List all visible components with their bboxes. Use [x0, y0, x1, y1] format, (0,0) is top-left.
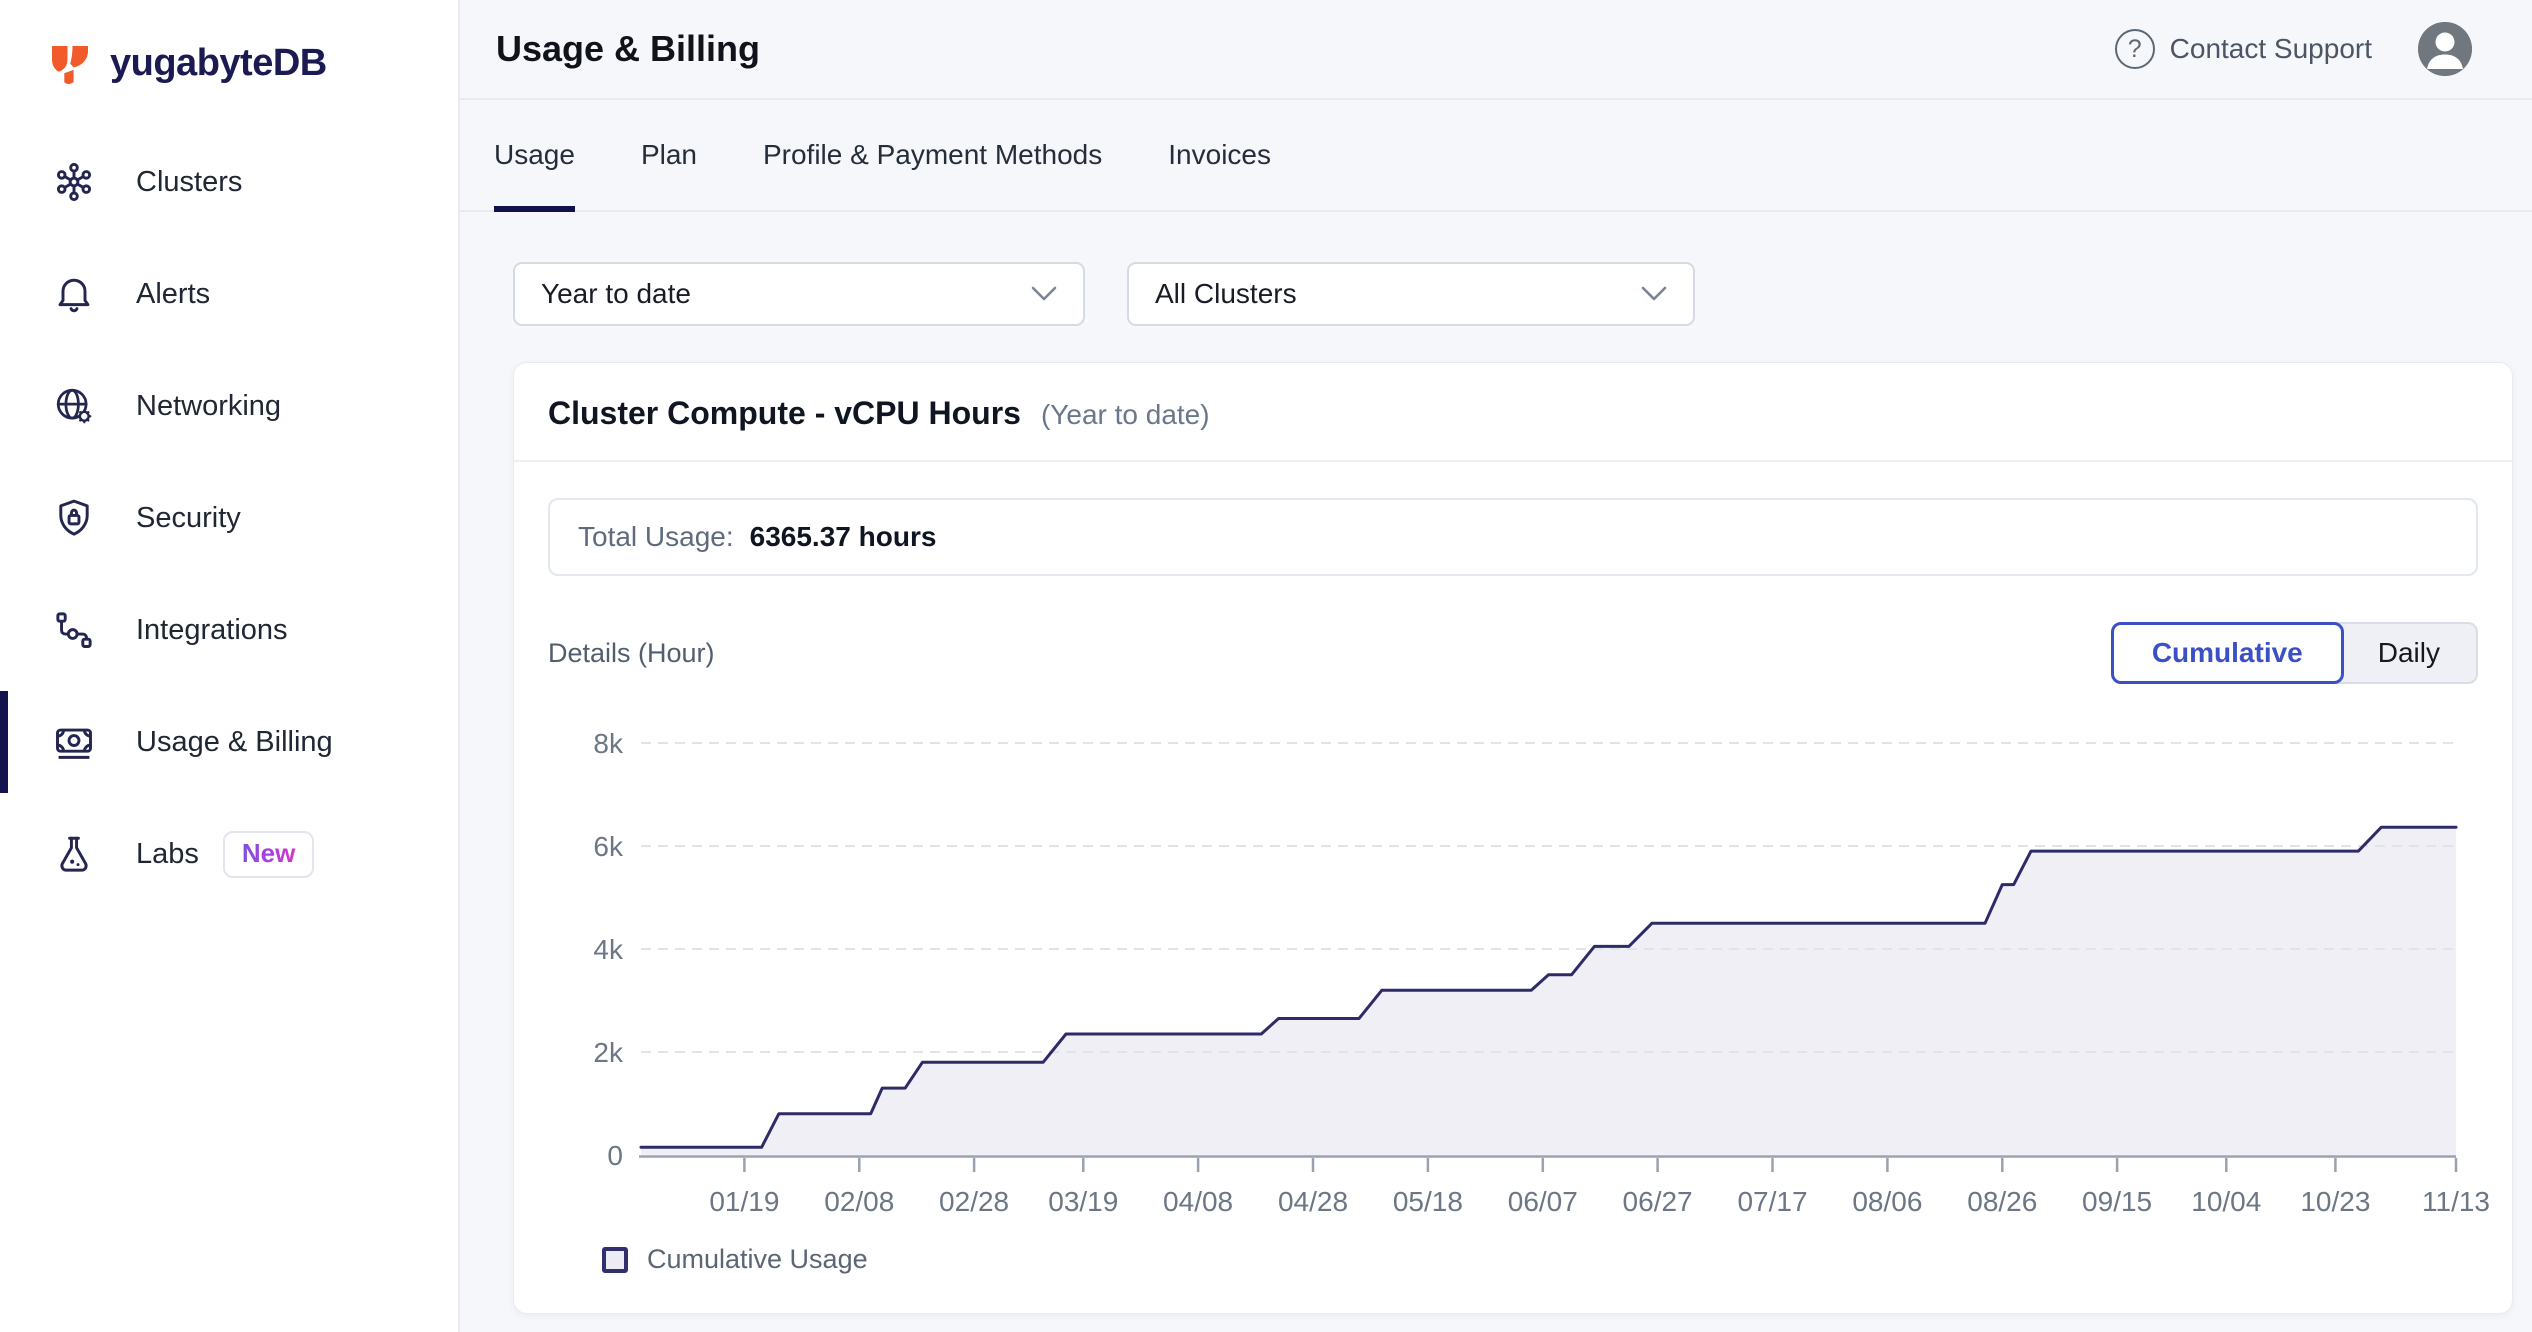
details-row: Details (Hour) Cumulative Daily: [548, 622, 2478, 684]
svg-text:08/06: 08/06: [1852, 1186, 1922, 1217]
total-usage-label: Total Usage:: [578, 521, 734, 553]
total-usage-box: Total Usage: 6365.37 hours: [548, 498, 2478, 576]
svg-text:04/08: 04/08: [1163, 1186, 1233, 1217]
tab-usage[interactable]: Usage: [494, 100, 575, 210]
svg-text:0: 0: [607, 1140, 623, 1171]
clusters-icon: [52, 160, 96, 204]
tab-profile-payment-methods[interactable]: Profile & Payment Methods: [763, 100, 1102, 210]
filters-row: Year to date All Clusters: [460, 212, 2532, 326]
date-range-value: Year to date: [541, 278, 691, 310]
tab-plan[interactable]: Plan: [641, 100, 697, 210]
legend-swatch-icon: [602, 1247, 628, 1273]
sidebar-item-usage-billing[interactable]: Usage & Billing: [0, 686, 458, 798]
cluster-select-value: All Clusters: [1155, 278, 1297, 310]
main-area: Usage & Billing ? Contact Support Usage P…: [460, 0, 2532, 1332]
cumulative-button[interactable]: Cumulative: [2111, 622, 2344, 684]
sidebar-nav: Clusters Alerts Networking Security Integrat…: [0, 126, 458, 910]
security-icon: [52, 496, 96, 540]
sidebar-item-label: Networking: [136, 390, 281, 423]
card-header: Cluster Compute - vCPU Hours (Year to da…: [514, 363, 2512, 462]
tab-invoices[interactable]: Invoices: [1168, 100, 1271, 210]
yugabytedb-logo-icon: [46, 39, 94, 87]
svg-text:04/28: 04/28: [1278, 1186, 1348, 1217]
sidebar: yugabyteDB Clusters Alerts Networking Secur…: [0, 0, 460, 1332]
page-title: Usage & Billing: [496, 28, 760, 70]
networking-icon: [52, 384, 96, 428]
card-subtitle: (Year to date): [1041, 399, 1210, 431]
svg-text:06/27: 06/27: [1623, 1186, 1693, 1217]
brand-name: yugabyteDB: [110, 42, 327, 85]
usage-billing-page: yugabyteDB Clusters Alerts Networking Secur…: [0, 0, 2532, 1332]
usage-billing-icon: [52, 720, 96, 764]
sidebar-item-label: Alerts: [136, 278, 210, 311]
date-range-select[interactable]: Year to date: [513, 262, 1085, 326]
header-actions: ? Contact Support: [2115, 22, 2472, 76]
sidebar-item-integrations[interactable]: Integrations: [0, 574, 458, 686]
user-avatar[interactable]: [2418, 22, 2472, 76]
svg-text:6k: 6k: [593, 831, 624, 862]
svg-text:06/07: 06/07: [1508, 1186, 1578, 1217]
svg-text:05/18: 05/18: [1393, 1186, 1463, 1217]
svg-text:01/19: 01/19: [709, 1186, 779, 1217]
svg-text:8k: 8k: [593, 728, 624, 759]
sidebar-item-label: Labs: [136, 838, 199, 871]
compute-usage-card: Cluster Compute - vCPU Hours (Year to da…: [513, 362, 2513, 1314]
alerts-icon: [52, 272, 96, 316]
cluster-select[interactable]: All Clusters: [1127, 262, 1695, 326]
person-icon: [2418, 22, 2472, 76]
svg-text:03/19: 03/19: [1048, 1186, 1118, 1217]
integrations-icon: [52, 608, 96, 652]
svg-text:08/26: 08/26: [1967, 1186, 2037, 1217]
sidebar-item-label: Security: [136, 502, 241, 535]
svg-text:09/15: 09/15: [2082, 1186, 2152, 1217]
new-badge: New: [223, 831, 314, 878]
chevron-down-icon: [1641, 286, 1667, 302]
sidebar-item-label: Usage & Billing: [136, 726, 333, 759]
page-header: Usage & Billing ? Contact Support: [460, 0, 2532, 100]
daily-button[interactable]: Daily: [2336, 622, 2478, 684]
chevron-down-icon: [1031, 286, 1057, 302]
svg-text:02/28: 02/28: [939, 1186, 1009, 1217]
svg-text:07/17: 07/17: [1737, 1186, 1807, 1217]
sidebar-item-labs[interactable]: Labs New: [0, 798, 458, 910]
contact-support-button[interactable]: ? Contact Support: [2115, 29, 2372, 69]
legend-label: Cumulative Usage: [647, 1244, 868, 1275]
contact-support-label: Contact Support: [2170, 33, 2372, 65]
total-usage-value: 6365.37 hours: [750, 521, 937, 553]
sidebar-item-networking[interactable]: Networking: [0, 350, 458, 462]
help-icon: ?: [2115, 29, 2155, 69]
sidebar-item-alerts[interactable]: Alerts: [0, 238, 458, 350]
svg-text:11/13: 11/13: [2422, 1186, 2490, 1217]
card-title: Cluster Compute - vCPU Hours: [548, 395, 1021, 432]
usage-chart: 0 2k 4k 6k 8k 01/19 02/08 02/28 03/19 04/08 04/28 0…: [574, 716, 2514, 1226]
sidebar-item-security[interactable]: Security: [0, 462, 458, 574]
legend-cumulative-usage[interactable]: Cumulative Usage: [602, 1244, 2512, 1275]
details-label: Details (Hour): [548, 638, 715, 669]
svg-text:10/23: 10/23: [2300, 1186, 2370, 1217]
svg-text:4k: 4k: [593, 934, 624, 965]
view-toggle: Cumulative Daily: [2111, 622, 2478, 684]
sidebar-item-label: Integrations: [136, 614, 288, 647]
sidebar-item-clusters[interactable]: Clusters: [0, 126, 458, 238]
brand-logo[interactable]: yugabyteDB: [0, 0, 458, 100]
billing-tabs: Usage Plan Profile & Payment Methods Invoic…: [460, 100, 2532, 212]
sidebar-item-label: Clusters: [136, 166, 242, 199]
svg-text:10/04: 10/04: [2191, 1186, 2261, 1217]
svg-text:02/08: 02/08: [824, 1186, 894, 1217]
labs-icon: [52, 832, 96, 876]
svg-text:2k: 2k: [593, 1037, 624, 1068]
